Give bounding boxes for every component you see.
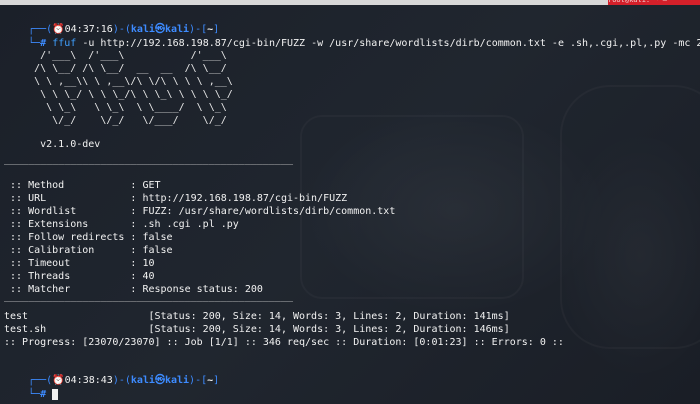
config-line-extensions: :: Extensions : .sh .cgi .pl .py	[4, 219, 239, 230]
banner-line: /'___\ /'___\ /'___\	[4, 50, 227, 61]
banner-line: \ \ \_/ \ \ \_/\ \ \_\ \ \ \ \_/	[4, 89, 233, 100]
result-row: test [Status: 200, Size: 14, Words: 3, L…	[4, 311, 510, 322]
banner-line: \/_/ \/_/ \/___/ \/_/	[4, 115, 227, 126]
prompt-corner: └─	[28, 389, 41, 400]
command-line: └─# ffuf -u http://192.168.198.87/cgi-bi…	[4, 23, 700, 49]
prompt-separator: )-[	[189, 375, 208, 386]
text-cursor[interactable]	[52, 388, 59, 400]
separator-line: ________________________________________…	[4, 291, 293, 302]
prompt-line-top: ┌──(⏰04:37:16)-(kali㉿kali)-[~]	[4, 9, 219, 35]
banner-line: /\ \__/ /\ \__/ __ __ /\ \__/	[4, 63, 227, 74]
version-text: v2.1.0-dev	[4, 139, 101, 150]
config-line-threads: :: Threads : 40	[4, 271, 155, 282]
prompt-hash: #	[40, 38, 47, 49]
config-line-wordlist: :: Wordlist : FUZZ: /usr/share/wordlists…	[4, 206, 396, 217]
prompt-line-top: ┌──(⏰04:38:43)-(kali㉿kali)-[~]	[4, 360, 219, 386]
command-name: ffuf	[52, 38, 77, 49]
input-line[interactable]: └─#	[4, 374, 59, 400]
banner-line: \ \_\ \ \_\ \ \____/ \ \_\	[4, 102, 227, 113]
separator-line: ________________________________________…	[4, 154, 293, 165]
progress-line: :: Progress: [23070/23070] :: Job [1/1] …	[4, 337, 564, 348]
config-line-calibration: :: Calibration : false	[4, 245, 173, 256]
result-row: test.sh [Status: 200, Size: 14, Words: 3…	[4, 324, 510, 335]
config-line-url: :: URL : http://192.168.198.87/cgi-bin/F…	[4, 193, 348, 204]
config-line-timeout: :: Timeout : 10	[4, 258, 155, 269]
prompt-user: kali㉿kali	[130, 375, 190, 386]
config-line-follow-redirects: :: Follow redirects : false	[4, 232, 173, 243]
command-args: -u http://192.168.198.87/cgi-bin/FUZZ -w…	[76, 38, 700, 49]
terminal-area[interactable]: ┌──(⏰04:37:16)-(kali㉿kali)-[~] └─# ffuf …	[0, 5, 700, 404]
prompt-separator: )-(	[112, 375, 131, 386]
banner-line: \ \ ,__\\ \ ,__\/\ \/\ \ \ \ ,__\	[4, 76, 233, 87]
prompt-corner: └─	[28, 38, 41, 49]
config-line-method: :: Method : GET	[4, 180, 161, 191]
background-decoration	[560, 85, 700, 349]
prompt-time: 04:38:43	[64, 375, 113, 386]
prompt-separator: ]	[213, 375, 220, 386]
prompt-hash: #	[40, 389, 47, 400]
